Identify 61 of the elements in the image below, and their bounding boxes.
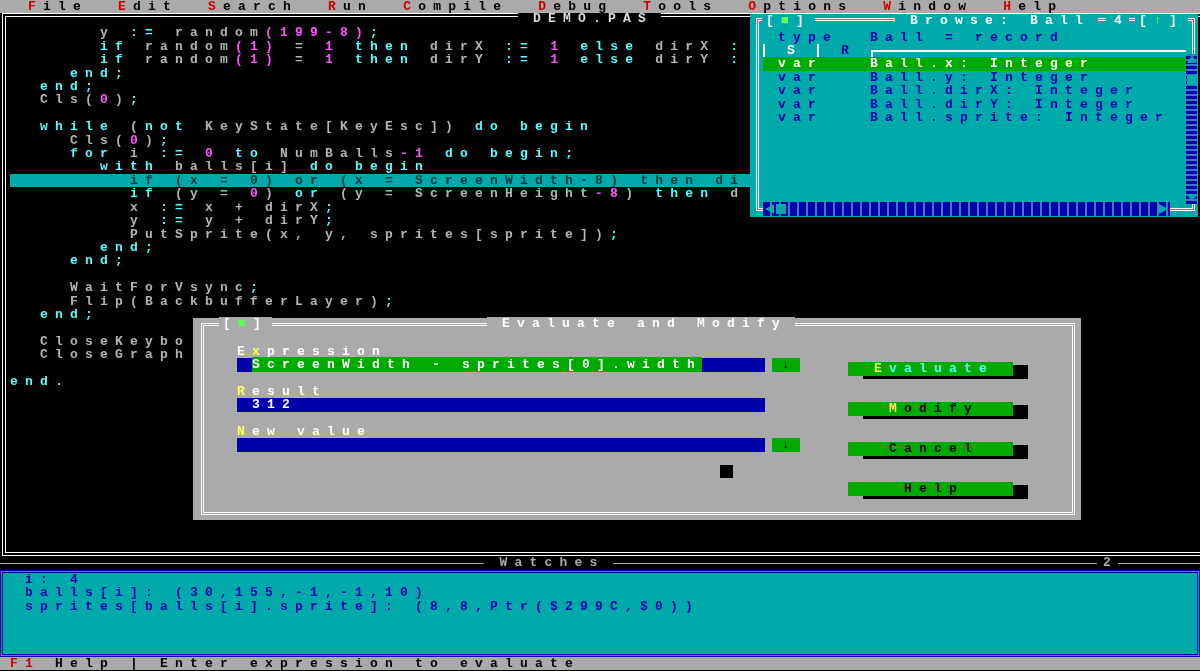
type-keyword: type: [778, 30, 839, 44]
symbol-row[interactable]: var Ball.y: Integer: [763, 70, 1186, 85]
menu-item[interactable]: H elp: [1003, 0, 1064, 14]
code-line: y := random(199-8);: [99, 26, 386, 40]
symbol-row[interactable]: var Ball.dirY: Integer: [763, 97, 1186, 111]
history-button[interactable]: ↓: [772, 358, 800, 372]
right-arrow-icon[interactable]: [1159, 203, 1168, 214]
code-line: for i := 0 to NumBalls-1 do begin;: [69, 147, 581, 161]
watch-entry[interactable]: sprites[balls[i].sprite]: (8,8,Ptr($299C,$0)): [25, 599, 1197, 614]
code-line: y := y + dirY;: [129, 214, 341, 228]
status-text: Help | Enter expression to evaluate: [55, 657, 581, 671]
watch-entry[interactable]: balls[i]: (30,155,-1,-1,10): [25, 586, 1197, 600]
dialog-title: Evaluate and Modify: [487, 317, 796, 331]
code-line: if (y = 0) or (y = ScreenHeight-8) then d: [129, 187, 746, 201]
history-button[interactable]: ↓: [772, 438, 800, 452]
scroll-thumb[interactable]: [776, 203, 786, 214]
code-line: end.: [10, 374, 70, 389]
code-line: end;: [69, 66, 131, 81]
code-line: Cls(0);: [69, 133, 176, 148]
code-line: Cls(0);: [39, 93, 146, 107]
code-line: end;: [69, 254, 131, 268]
watch-entry[interactable]: i: 4: [25, 572, 1197, 587]
code-line: end;: [99, 240, 161, 255]
type-declaration: Ball = record: [870, 30, 1066, 44]
code-line: CloseKeybo: [39, 334, 190, 349]
scroll-thumb[interactable]: [1186, 74, 1197, 85]
menu-item[interactable]: F ile: [28, 0, 89, 14]
symbol-row[interactable]: var Ball.dirX: Integer: [763, 84, 1186, 98]
code-line: end;: [39, 80, 101, 94]
down-arrow-icon[interactable]: [1186, 193, 1197, 202]
code-line: CloseGraph: [39, 348, 190, 362]
input-field[interactable]: 312: [237, 398, 765, 412]
input-field[interactable]: [237, 438, 765, 452]
code-line: x := x + dirX;: [129, 200, 341, 215]
menu-item[interactable]: T ools: [643, 0, 719, 14]
menu-item[interactable]: D ebug: [538, 0, 614, 14]
code-line: if random(1) = 1 then dirX := 1 else dirX :: [99, 39, 746, 54]
menu-item[interactable]: S earch: [208, 0, 299, 14]
window-number: 2: [1102, 556, 1118, 570]
field-label: R esult: [237, 385, 329, 399]
menu-item[interactable]: W indow: [883, 0, 974, 14]
horizontal-scrollbar[interactable]: [763, 201, 1170, 216]
symbol-row[interactable]: var Ball.sprite: Integer: [763, 110, 1186, 125]
code-line: Flip(BackbufferLayer);: [69, 294, 401, 308]
field-label: E x pression: [237, 345, 389, 359]
menu-item[interactable]: C ompile: [403, 0, 509, 14]
code-line: end;: [39, 307, 101, 322]
code-line: if random(1) = 1 then dirY := 1 else dirY :: [99, 53, 746, 67]
cursor-block: [720, 465, 733, 478]
code-line: PutSprite(x, y, sprites[sprite]);: [129, 227, 626, 241]
code-line: with balls[i] do begin: [99, 160, 431, 174]
menu-item[interactable]: E dit: [118, 0, 179, 14]
window-title: DEMO.PAS: [518, 13, 661, 25]
field-label: N ew value: [237, 425, 374, 439]
code-line: WaitForVsync;: [69, 281, 266, 295]
window-title: Watches: [498, 556, 606, 570]
up-arrow-icon[interactable]: [1186, 54, 1197, 63]
menu-item[interactable]: R un: [328, 0, 374, 14]
code-line: while (not KeyState[KeyEsc]) do begin: [39, 120, 596, 134]
vertical-scrollbar[interactable]: [1186, 53, 1197, 204]
menu-item[interactable]: O ptions: [748, 0, 854, 14]
